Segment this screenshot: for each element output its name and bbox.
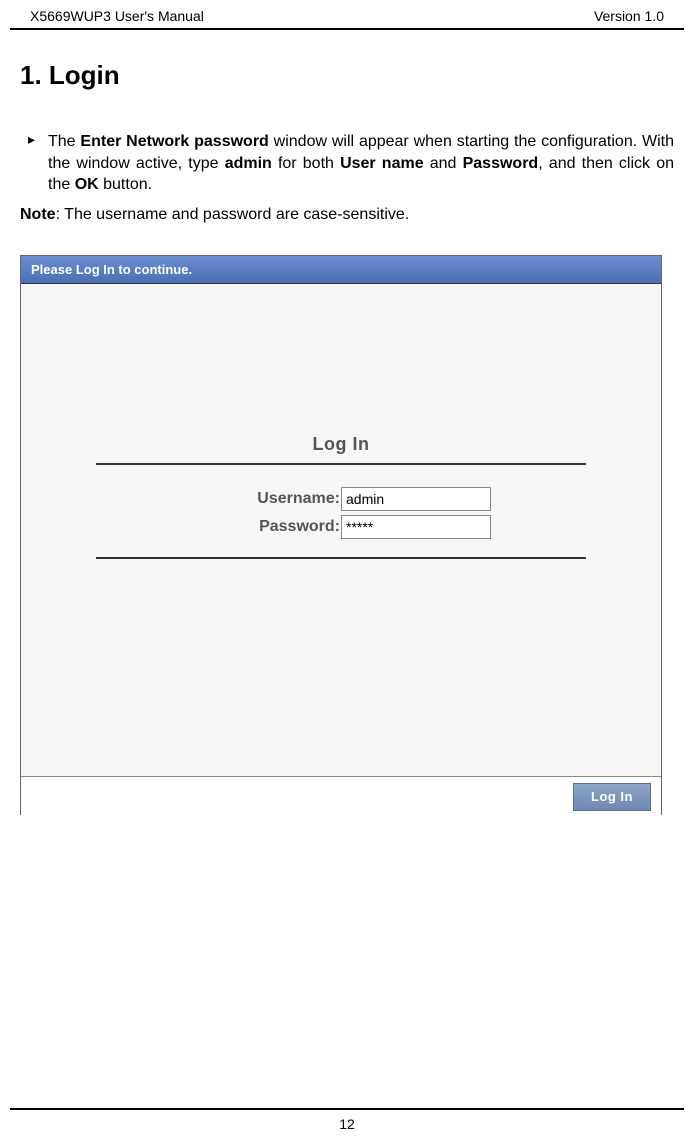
login-title: Log In xyxy=(96,434,586,465)
dialog-footer: Log In xyxy=(21,776,661,816)
login-screenshot: Please Log In to continue. Log In Userna… xyxy=(20,255,662,815)
password-input[interactable] xyxy=(341,515,491,539)
section-title: 1. Login xyxy=(20,60,674,91)
bullet-icon: ▸ xyxy=(20,131,48,196)
username-input[interactable] xyxy=(341,487,491,511)
header-right: Version 1.0 xyxy=(594,8,664,24)
header-left: X5669WUP3 User's Manual xyxy=(30,8,204,24)
note-text: Note: The username and password are case… xyxy=(20,204,674,226)
page-number: 12 xyxy=(339,1116,355,1132)
login-button[interactable]: Log In xyxy=(573,783,651,811)
password-label: Password: xyxy=(96,518,341,536)
dialog-body: Log In Username: Password: xyxy=(21,284,661,776)
username-label: Username: xyxy=(96,490,341,508)
instruction-paragraph: The Enter Network password window will a… xyxy=(48,131,674,196)
dialog-title-bar: Please Log In to continue. xyxy=(21,256,661,284)
